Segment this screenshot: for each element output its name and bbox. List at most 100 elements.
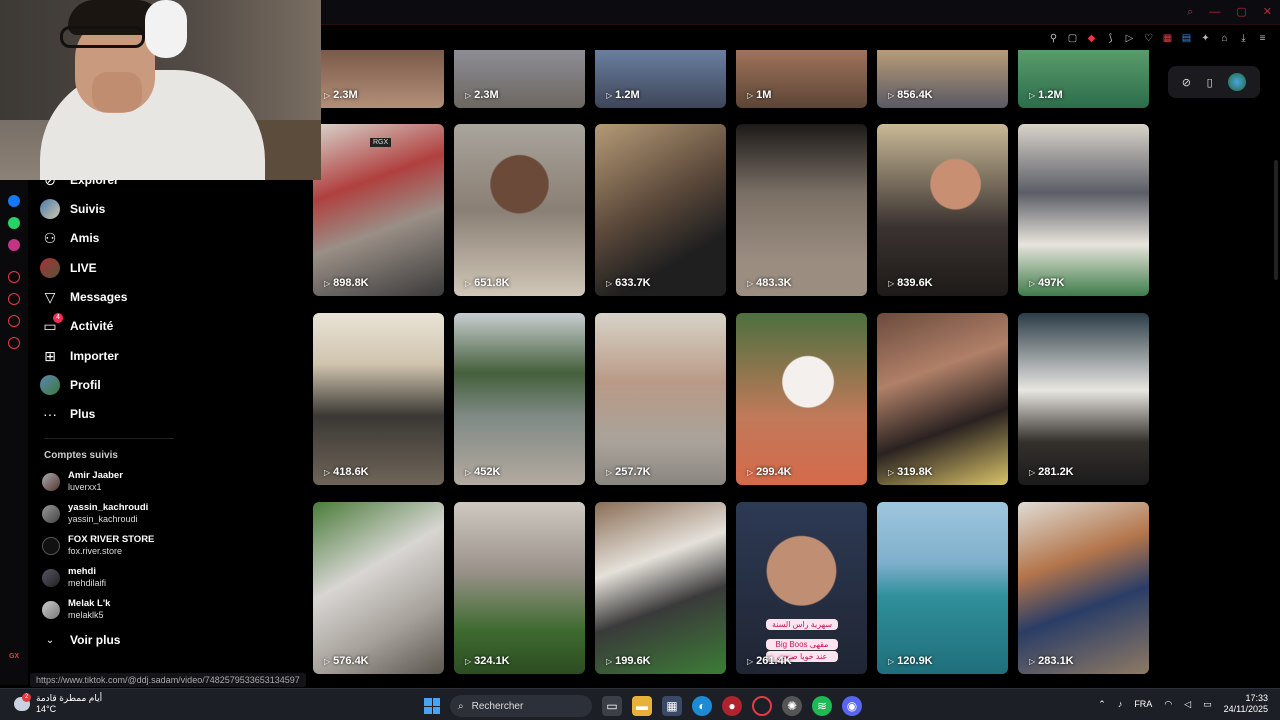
video-tile[interactable]: ▷ 418.6K xyxy=(313,313,444,485)
nav-label: Activité xyxy=(70,319,114,333)
nav-suivis[interactable]: Suivis xyxy=(40,197,105,221)
nav-messages[interactable]: ▽ Messages xyxy=(40,285,128,309)
weather-title: أيام ممطرة قادمة xyxy=(36,693,103,703)
clock[interactable]: 17:33 24/11/2025 xyxy=(1224,693,1268,715)
window-controls: ⌕ — ▢ ✕ xyxy=(1187,5,1272,19)
messenger-icon[interactable] xyxy=(8,195,20,207)
video-tile[interactable]: ▷ 283.1K xyxy=(1018,502,1149,674)
view-count: ▷ 1.2M xyxy=(1029,89,1063,101)
video-tile[interactable]: ▷ 1.2M xyxy=(595,50,726,108)
nav-label: Amis xyxy=(70,231,100,245)
view-count-value: 497K xyxy=(1038,277,1065,289)
video-tile[interactable]: ▷ 839.6K xyxy=(877,124,1008,296)
microphone-icon[interactable]: ♪ xyxy=(1118,699,1123,709)
nav-amis[interactable]: ⚇ Amis xyxy=(40,226,100,250)
video-tile[interactable]: ▷ 319.8K xyxy=(877,313,1008,485)
followed-accounts-title: Comptes suivis xyxy=(44,450,118,461)
language-indicator[interactable]: FRA xyxy=(1134,699,1152,709)
volume-icon[interactable]: ◁ xyxy=(1184,699,1191,710)
minimize-button[interactable]: — xyxy=(1209,5,1220,19)
user-icon[interactable]: ⌂ xyxy=(1219,33,1230,44)
discord-icon[interactable]: ◉ xyxy=(842,696,862,716)
nav-live[interactable]: LIVE xyxy=(40,256,97,280)
see-more-button[interactable]: ⌄ Voir plus xyxy=(40,628,121,652)
settings-icon[interactable] xyxy=(8,337,20,349)
app-icon[interactable]: ● xyxy=(722,696,742,716)
view-count: ▷ 497K xyxy=(1029,277,1064,289)
extensions-icon[interactable] xyxy=(8,315,20,327)
view-count: ▷ 319.8K xyxy=(888,466,933,478)
video-tile[interactable]: سهرية راس السنة Big Boos مقهى عند خويا ص… xyxy=(736,502,867,674)
video-tile[interactable]: ▷ 199.6K xyxy=(595,502,726,674)
nav-profil[interactable]: Profil xyxy=(40,373,101,397)
video-tile[interactable]: ▷ 281.2K xyxy=(1018,313,1149,485)
download-icon[interactable]: ⤓ xyxy=(1238,33,1249,44)
nav-label: Suivis xyxy=(70,202,106,216)
view-count-value: 283.1K xyxy=(1038,655,1074,667)
view-count: ▷ 299.4K xyxy=(747,466,792,478)
nav-plus[interactable]: ··· Plus xyxy=(40,402,95,426)
video-tile[interactable]: ▷ 299.4K xyxy=(736,313,867,485)
nav-label: LIVE xyxy=(70,261,97,275)
video-tile[interactable]: RGX ▷ 898.8K xyxy=(313,124,444,296)
video-tile[interactable]: ▷ 120.9K xyxy=(877,502,1008,674)
store-icon[interactable]: ▦ xyxy=(662,696,682,716)
compass-icon[interactable]: ⊘ xyxy=(1182,76,1191,89)
maximize-button[interactable]: ▢ xyxy=(1236,5,1246,19)
gx-logo-icon[interactable]: GX xyxy=(8,651,20,663)
battery-icon[interactable]: ▭ xyxy=(1203,699,1212,710)
video-tile[interactable]: ▷ 257.7K xyxy=(595,313,726,485)
video-tile[interactable]: ▷ 633.7K xyxy=(595,124,726,296)
nav-importer[interactable]: ⊞ Importer xyxy=(40,344,119,368)
extension-icon[interactable]: ▦ xyxy=(1162,33,1173,44)
followed-account[interactable]: mehdi mehdilaifi xyxy=(42,566,106,589)
instagram-icon[interactable] xyxy=(8,239,20,251)
chatgpt-icon[interactable]: ✺ xyxy=(782,696,802,716)
puzzle-icon[interactable]: ✦ xyxy=(1200,33,1211,44)
messages-icon: ▽ xyxy=(44,288,56,305)
play-icon: ▷ xyxy=(888,278,895,288)
followed-account[interactable]: FOX RIVER STORE fox.river.store xyxy=(42,534,154,557)
edge-icon[interactable]: ◐ xyxy=(692,696,712,716)
view-count-value: 576.4K xyxy=(333,655,369,667)
scrollbar[interactable] xyxy=(1274,160,1278,280)
video-tile[interactable]: ▷ 1M xyxy=(736,50,867,108)
spotify-icon[interactable]: ≋ xyxy=(812,696,832,716)
weather-widget[interactable]: 2 أيام ممطرة قادمة 14°C xyxy=(14,693,102,715)
globe-icon[interactable] xyxy=(1228,73,1247,91)
video-tile[interactable]: ▷ 483.3K xyxy=(736,124,867,296)
followed-account[interactable]: yassin_kachroudi yassin_kachroudi xyxy=(42,502,148,525)
phone-icon[interactable]: ▯ xyxy=(1207,76,1213,89)
search-icon[interactable]: ⌕ xyxy=(1187,5,1193,19)
windows-start-icon[interactable] xyxy=(424,698,440,714)
chevron-up-icon[interactable]: ⌃ xyxy=(1098,699,1106,710)
followed-account[interactable]: Melak L'k melaklk5 xyxy=(42,598,110,621)
view-count-value: 120.9K xyxy=(897,655,933,667)
file-explorer-icon[interactable]: ▬ xyxy=(632,696,652,716)
nav-activite[interactable]: ▭ 4 Activité xyxy=(40,313,114,338)
taskbar-search[interactable]: ⌕ Rechercher xyxy=(450,695,592,717)
view-count: ▷ 898.8K xyxy=(324,277,369,289)
view-count: ▷ 120.9K xyxy=(888,655,933,667)
video-tile[interactable]: ▷ 452K xyxy=(454,313,585,485)
video-tile[interactable]: ▷ 2.3M xyxy=(313,50,444,108)
history-icon[interactable] xyxy=(8,293,20,305)
video-tile[interactable]: ▷ 2.3M xyxy=(454,50,585,108)
video-tile[interactable]: ▷ 1.2M xyxy=(1018,50,1149,108)
video-tile[interactable]: ▷ 497K xyxy=(1018,124,1149,296)
close-button[interactable]: ✕ xyxy=(1263,5,1272,19)
wifi-icon[interactable]: ◠ xyxy=(1164,699,1172,710)
followed-account[interactable]: Amir Jaaber luverxx1 xyxy=(42,470,123,493)
webcam-person xyxy=(60,26,145,48)
video-tile[interactable]: ▷ 576.4K xyxy=(313,502,444,674)
extension-icon[interactable]: ▤ xyxy=(1181,33,1192,44)
whatsapp-icon[interactable] xyxy=(8,217,20,229)
task-view-icon[interactable]: ▭ xyxy=(602,696,622,716)
view-count: ▷ 283.1K xyxy=(1029,655,1074,667)
menu-icon[interactable]: ≡ xyxy=(1257,33,1268,44)
video-tile[interactable]: ▷ 651.8K xyxy=(454,124,585,296)
video-tile[interactable]: ▷ 856.4K xyxy=(877,50,1008,108)
opera-gx-icon[interactable] xyxy=(752,696,772,716)
video-tile[interactable]: ▷ 324.1K xyxy=(454,502,585,674)
player-icon[interactable] xyxy=(8,271,20,283)
